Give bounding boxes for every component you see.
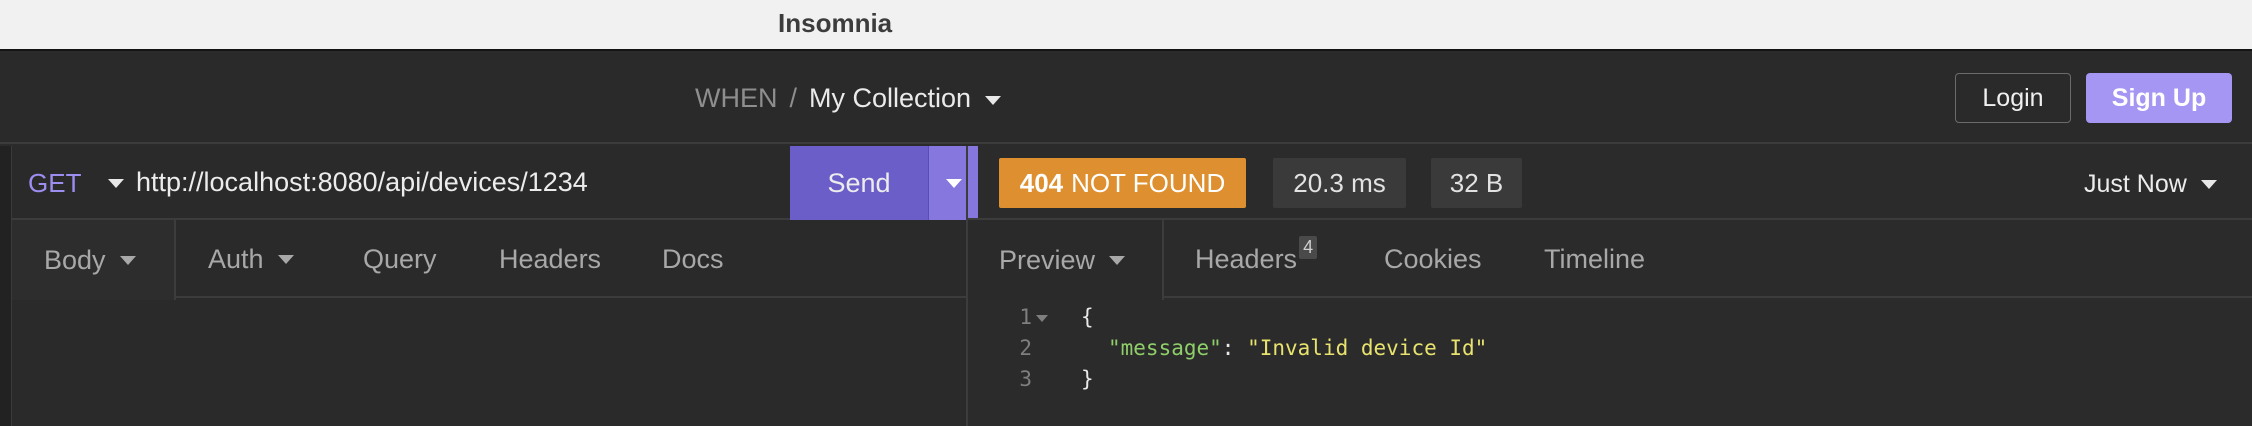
window-title: Insomnia [778, 8, 893, 38]
code-line: 1 { [968, 305, 2252, 336]
tab-timeline[interactable]: Timeline [1544, 220, 1645, 298]
window-titlebar: Insomnia [0, 0, 2252, 51]
json-key: "message" [1108, 336, 1222, 360]
method-dropdown-icon[interactable] [108, 179, 124, 188]
chevron-down-icon [119, 255, 136, 265]
tab-body[interactable]: Body [12, 220, 176, 300]
tab-query[interactable]: Query [363, 220, 437, 298]
line-number: 2 [1019, 336, 1032, 360]
tab-body-label: Body [44, 244, 106, 275]
status-text: NOT FOUND [1071, 167, 1226, 198]
method-select[interactable]: GET [28, 168, 81, 199]
send-button[interactable]: Send [790, 146, 928, 220]
response-tabs: Preview Headers 4 Cookies Timeline [968, 220, 2252, 300]
chevron-down-icon [945, 178, 962, 188]
login-button[interactable]: Login [1955, 73, 2071, 123]
tab-auth[interactable]: Auth [208, 220, 294, 298]
tab-auth-label: Auth [208, 243, 264, 274]
fold-arrow-icon[interactable] [1036, 315, 1048, 322]
code-line: 2 "message": "Invalid device Id" [968, 336, 2252, 367]
status-badge: 404 NOT FOUND [999, 158, 1246, 208]
code-text: { [1081, 305, 1094, 329]
url-input[interactable]: http://localhost:8080/api/devices/1234 [136, 167, 588, 198]
response-status-bar: 404 NOT FOUND 20.3 ms 32 B Just Now [968, 146, 2252, 220]
response-time-badge: 20.3 ms [1273, 158, 1406, 208]
line-number: 1 [1019, 305, 1032, 329]
line-number: 3 [1019, 367, 1032, 391]
response-body-viewer[interactable]: 1 { 2 "message": "Invalid device Id" 3 } [968, 300, 2252, 426]
breadcrumb-workspace[interactable]: WHEN [695, 83, 778, 114]
response-history-dropdown[interactable]: Just Now [2084, 170, 2217, 199]
tab-docs[interactable]: Docs [662, 220, 724, 298]
chevron-down-icon [277, 254, 294, 264]
request-tabs: Body Auth Query Headers Docs [12, 220, 966, 300]
code-text: "message": "Invalid device Id" [1108, 336, 1487, 360]
response-history-label: Just Now [2084, 170, 2187, 198]
app-header: WHEN / My Collection Login Sign Up [0, 53, 2252, 144]
chevron-down-icon [1109, 255, 1126, 265]
response-size-badge: 32 B [1431, 158, 1522, 208]
tab-response-headers-label: Headers [1195, 243, 1298, 274]
status-code: 404 [1019, 167, 1064, 198]
code-line: 3 } [968, 367, 2252, 398]
chevron-down-icon [2200, 180, 2217, 189]
url-bar: GET http://localhost:8080/api/devices/12… [12, 146, 978, 220]
tab-response-headers[interactable]: Headers 4 [1195, 220, 1318, 298]
breadcrumb-separator: / [789, 83, 798, 113]
tab-headers[interactable]: Headers [499, 220, 601, 298]
code-text: } [1081, 367, 1094, 391]
tab-cookies[interactable]: Cookies [1384, 220, 1482, 298]
breadcrumb-collection[interactable]: My Collection [809, 83, 971, 114]
breadcrumb: WHEN / My Collection [695, 83, 1002, 114]
tab-preview-label: Preview [999, 244, 1096, 275]
collection-dropdown-icon[interactable] [985, 95, 1002, 105]
headers-count-badge: 4 [1299, 235, 1318, 259]
json-string-value: "Invalid device Id" [1247, 336, 1488, 360]
tab-preview[interactable]: Preview [968, 220, 1164, 300]
json-colon: : [1221, 336, 1248, 360]
signup-button[interactable]: Sign Up [2086, 73, 2232, 123]
sidebar-edge [0, 146, 12, 426]
